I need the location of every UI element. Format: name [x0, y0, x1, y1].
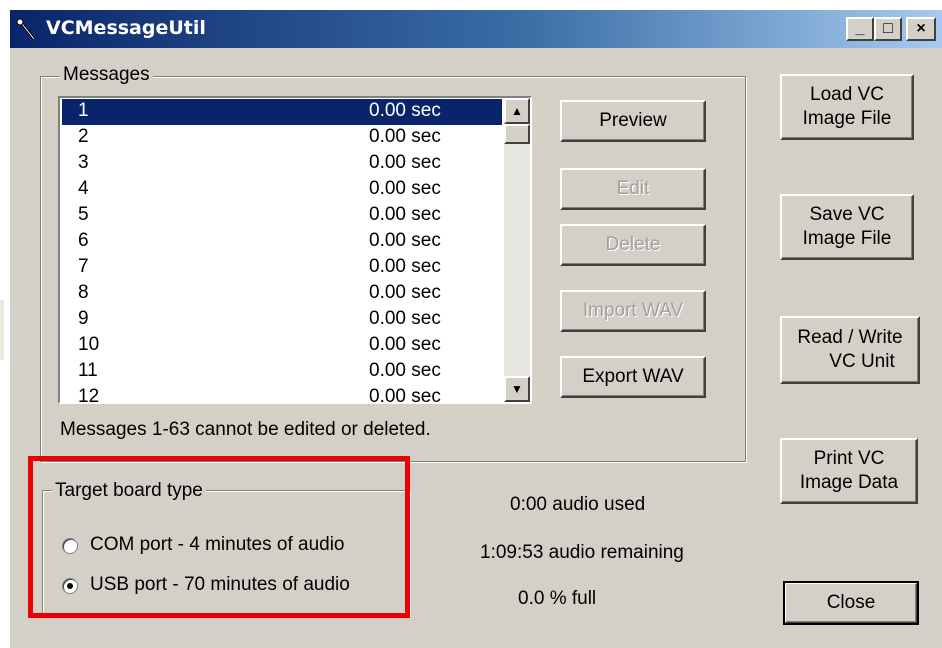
- message-duration: 0.00 sec: [369, 230, 441, 251]
- app-icon: [16, 18, 36, 40]
- usb-radio-checked-dot: [67, 583, 73, 589]
- message-duration: 0.00 sec: [369, 100, 441, 121]
- message-number: 1: [78, 100, 89, 121]
- save-vc-image-file-button[interactable]: Save VC Image File: [780, 194, 914, 260]
- message-row[interactable]: 4 0.00 sec: [62, 177, 502, 203]
- preview-label: Preview: [599, 110, 667, 131]
- read-write-vc-unit-button[interactable]: Read / Write VC Unit: [780, 316, 920, 384]
- preview-button[interactable]: Preview: [560, 100, 706, 142]
- com-port-label[interactable]: COM port - 4 minutes of audio: [90, 534, 345, 556]
- message-number: 5: [78, 204, 89, 225]
- scroll-up-button[interactable]: ▲: [504, 98, 530, 124]
- delete-button[interactable]: Delete: [560, 224, 706, 266]
- message-duration: 0.00 sec: [369, 282, 441, 303]
- minimize-icon: _: [855, 20, 865, 37]
- edit-label: Edit: [616, 178, 650, 199]
- message-duration: 0.00 sec: [369, 256, 441, 277]
- background-strip: [0, 0, 10, 648]
- percent-full-text: 0.0 % full: [518, 588, 597, 609]
- message-number: 8: [78, 282, 89, 303]
- message-row[interactable]: 5 0.00 sec: [62, 203, 502, 229]
- close-icon: ×: [916, 20, 926, 37]
- edit-button[interactable]: Edit: [560, 168, 706, 210]
- com-port-radio[interactable]: [62, 538, 78, 554]
- maximize-icon: □: [883, 20, 893, 37]
- messages-list[interactable]: 1 0.00 sec 2 0.00 sec 3 0.00 sec 4 0.00 sec 5 0.0…: [58, 96, 532, 404]
- close-button[interactable]: Close: [783, 581, 919, 625]
- message-row[interactable]: 2 0.00 sec: [62, 125, 502, 151]
- scroll-down-button[interactable]: ▼: [504, 376, 530, 402]
- message-number: 3: [78, 152, 89, 173]
- scroll-thumb[interactable]: [504, 124, 530, 144]
- title-bar[interactable]: VCMessageUtil _ □ ×: [10, 10, 942, 48]
- print-vc-image-data-button[interactable]: Print VC Image Data: [780, 438, 918, 504]
- messages-group-label: Messages: [60, 64, 153, 86]
- load-vc-image-file-button[interactable]: Load VC Image File: [780, 74, 914, 140]
- window-title: VCMessageUtil: [46, 17, 206, 39]
- audio-used-text: 0:00 audio used: [510, 494, 646, 515]
- readwrite-label-line1: Read / Write: [797, 327, 903, 348]
- message-duration: 0.00 sec: [369, 152, 441, 173]
- export-wav-label: Export WAV: [582, 366, 684, 387]
- messages-note: Messages 1-63 cannot be edited or delete…: [60, 419, 431, 440]
- close-window-button[interactable]: ×: [906, 17, 936, 41]
- scroll-down-icon: ▼: [511, 382, 523, 396]
- save-label-line1: Save VC: [809, 204, 885, 225]
- message-duration: 0.00 sec: [369, 178, 441, 199]
- scroll-up-icon: ▲: [511, 104, 523, 118]
- usb-port-label[interactable]: USB port - 70 minutes of audio: [90, 574, 350, 596]
- load-label-line1: Load VC: [810, 84, 884, 105]
- message-row[interactable]: 8 0.00 sec: [62, 281, 502, 307]
- message-row[interactable]: 7 0.00 sec: [62, 255, 502, 281]
- message-duration: 0.00 sec: [369, 126, 441, 147]
- maximize-button[interactable]: □: [874, 17, 902, 41]
- message-number: 9: [78, 308, 89, 329]
- background-mark: [0, 300, 4, 360]
- message-row[interactable]: 10 0.00 sec: [62, 333, 502, 359]
- message-number: 11: [78, 360, 98, 381]
- message-duration: 0.00 sec: [369, 334, 441, 355]
- message-row[interactable]: 1 0.00 sec: [62, 99, 502, 125]
- message-row[interactable]: 6 0.00 sec: [62, 229, 502, 255]
- message-row[interactable]: 9 0.00 sec: [62, 307, 502, 333]
- save-label-line2: Image File: [802, 228, 892, 249]
- message-number: 12: [78, 386, 100, 404]
- message-number: 2: [78, 126, 89, 147]
- vcmessageutil-window: VCMessageUtil _ □ × Messages 1 0.00 sec 2 0…: [10, 10, 942, 648]
- message-number: 6: [78, 230, 89, 251]
- message-row[interactable]: 12 0.00 sec: [62, 385, 502, 404]
- import-wav-label: Import WAV: [582, 300, 684, 321]
- import-wav-button[interactable]: Import WAV: [560, 290, 706, 332]
- readwrite-label-line2: VC Unit: [829, 351, 895, 372]
- print-label-line1: Print VC: [813, 448, 885, 469]
- export-wav-button[interactable]: Export WAV: [560, 356, 706, 398]
- message-number: 10: [78, 334, 100, 355]
- audio-remaining-text: 1:09:53 audio remaining: [480, 542, 684, 563]
- message-duration: 0.00 sec: [369, 386, 441, 404]
- load-label-line2: Image File: [802, 108, 892, 129]
- message-duration: 0.00 sec: [369, 360, 441, 381]
- message-duration: 0.00 sec: [369, 308, 441, 329]
- target-board-group-label: Target board type: [52, 480, 206, 502]
- message-number: 7: [78, 256, 89, 277]
- message-duration: 0.00 sec: [369, 204, 441, 225]
- delete-label: Delete: [605, 234, 661, 255]
- print-label-line2: Image Data: [799, 472, 899, 493]
- message-row[interactable]: 11 0.00 sec: [62, 359, 502, 385]
- messages-scrollbar[interactable]: ▲ ▼: [504, 98, 530, 402]
- minimize-button[interactable]: _: [846, 17, 874, 41]
- close-label: Close: [826, 592, 876, 613]
- message-row[interactable]: 3 0.00 sec: [62, 151, 502, 177]
- message-number: 4: [78, 178, 89, 199]
- usb-port-radio[interactable]: [62, 578, 78, 594]
- messages-rows: 1 0.00 sec 2 0.00 sec 3 0.00 sec 4 0.00 sec 5 0.0…: [62, 99, 502, 404]
